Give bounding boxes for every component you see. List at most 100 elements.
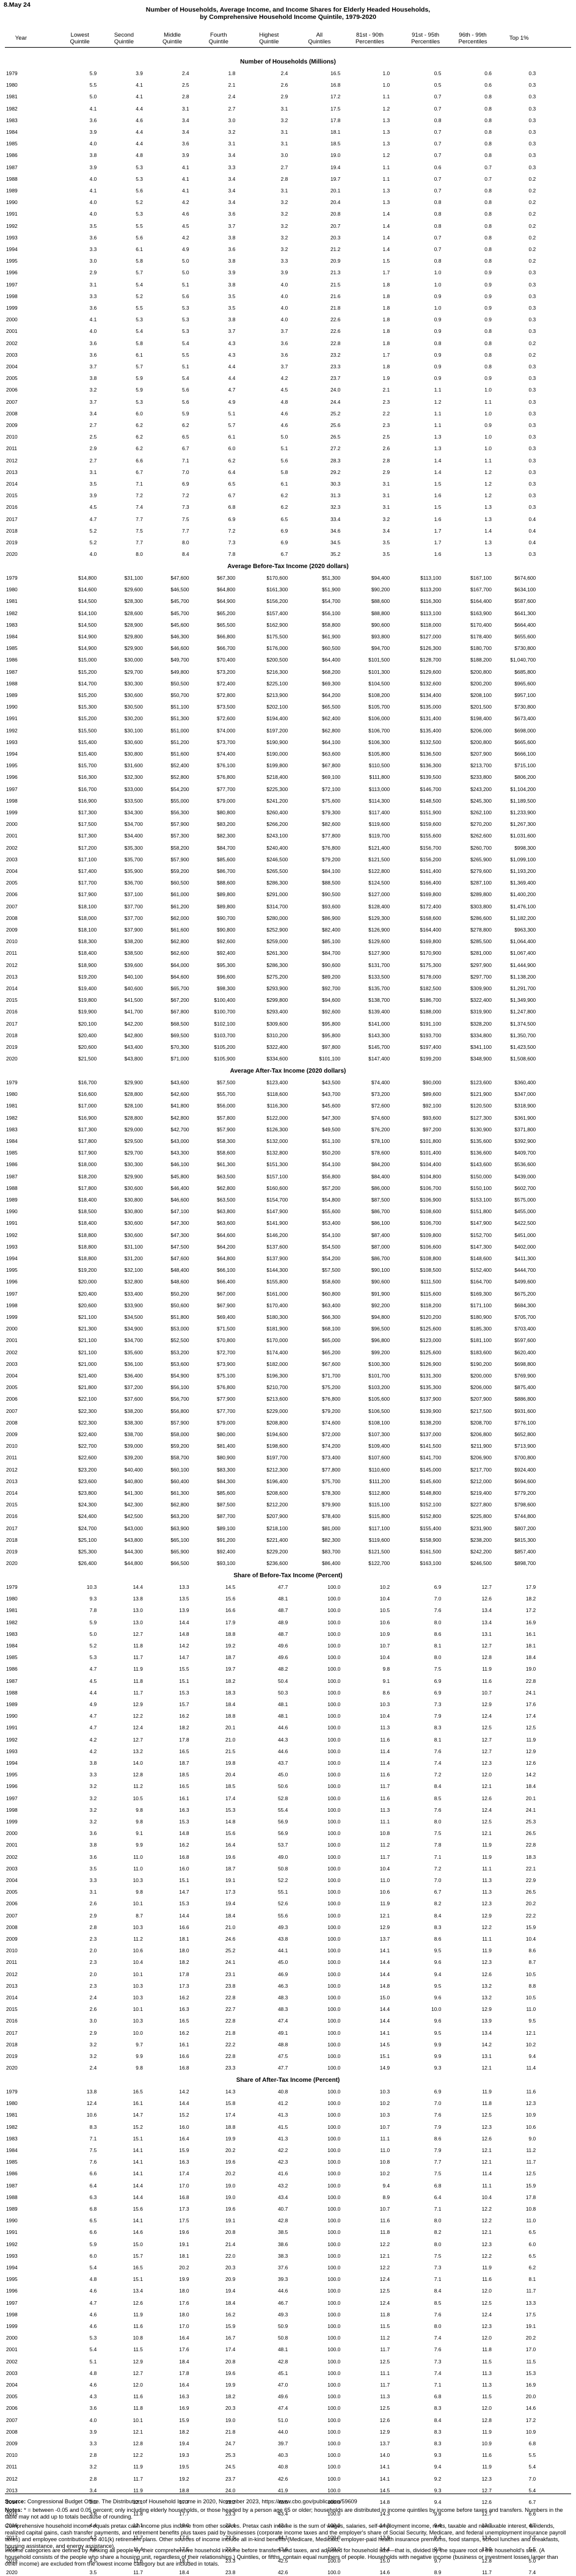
value-cell: $34,700 [124,1337,143,1344]
value-cell: 5.2 [136,293,143,299]
value-cell: $17,300 [78,1126,97,1133]
value-cell: 14.4 [379,1971,390,1977]
value-cell: $769,900 [514,1373,536,1379]
value-cell: $50,700 [170,692,189,698]
value-cell: $106,700 [420,1220,442,1227]
value-cell: 52.8 [277,1795,288,1801]
value-cell: $118,600 [266,1091,288,1098]
value-cell: 0.3 [528,164,536,170]
value-cell: 16.5 [133,2264,143,2271]
value-cell: $155,800 [266,1279,288,1285]
value-cell: 3.2 [89,1795,97,1801]
value-cell: 6.6 [136,457,143,464]
value-cell: $163,100 [420,1560,442,1567]
value-cell: 10.9 [379,1630,390,1637]
value-cell: $30,300 [124,680,143,687]
value-cell: $36,400 [124,1373,143,1379]
value-cell: $115,100 [368,1501,390,1508]
value-cell: 19.4 [225,1900,236,1907]
table-row: 1985 $17,900 $29,700 $43,300 $58,600 $132,800… [0,1150,576,1156]
value-cell: $675,200 [514,1290,536,1297]
value-cell: 18.2 [179,1959,189,1966]
value-cell: 8.0 [434,1619,442,1626]
value-cell: $30,600 [124,692,143,698]
value-cell: $116,300 [266,1103,288,1109]
value-cell: $44,800 [124,1560,143,1567]
value-cell: $21,000 [78,1360,97,1367]
value-cell: 22.6 [330,316,341,323]
value-cell: 3.1 [89,469,97,475]
value-cell: 4.1 [181,175,189,182]
table-row: 1990 4.0 5.2 4.2 3.4 3.2 20.4 1.3 0.8 0.8 0.2 [0,199,576,206]
value-cell: 6.3 [89,2194,97,2200]
value-cell: 8.1 [434,1643,442,1649]
value-cell: $23,600 [78,1478,97,1484]
value-cell: 16.4 [225,1842,236,1848]
value-cell: 4.1 [136,93,143,100]
value-cell: 12.1 [379,1912,390,1919]
value-cell: 2.8 [89,2475,97,2482]
value-cell: 100.0 [327,1619,341,1626]
value-cell: $212,000 [470,1478,492,1484]
value-cell: 47.4 [277,2405,288,2412]
value-cell: 12.4 [481,2311,492,2318]
value-cell: $43,000 [170,1138,189,1144]
value-cell: $60,800 [321,1290,341,1297]
year-cell: 1979 [6,575,18,581]
value-cell: $299,800 [266,997,288,1004]
value-cell: 5.1 [181,363,189,370]
value-cell: $684,300 [514,1302,536,1308]
value-cell: 10.8 [379,2159,390,2166]
value-cell: $236,600 [266,1560,288,1567]
value-cell: 7.8 [89,1607,97,1614]
value-cell: $278,800 [470,927,492,933]
value-cell: 7.6 [434,1607,442,1614]
value-cell: 6.1 [228,434,236,440]
value-cell: 1.8 [382,305,390,311]
value-cell: 0.3 [528,434,536,440]
value-cell: 1.6 [434,551,442,558]
value-cell: $86,700 [216,868,236,874]
value-cell: 9.9 [434,2053,442,2059]
value-cell: 100.0 [327,2358,341,2365]
value-cell: 7.0 [528,2475,536,2482]
value-cell: 9.9 [434,2041,442,2048]
table-row: 1998 $20,600 $33,900 $50,600 $67,900 $170,400… [0,1302,576,1309]
value-cell: 16.1 [179,1795,189,1801]
value-cell: $40,400 [124,1466,143,1473]
table-row: 1990 $18,500 $30,800 $47,100 $63,800 $147,900… [0,1208,576,1215]
value-cell: 21.5 [330,281,341,288]
value-cell: 19.2 [179,2475,189,2482]
value-cell: $65,200 [216,610,236,616]
value-cell: 14.2 [481,2041,492,2048]
value-cell: 6.0 [136,410,143,417]
value-cell: 40.8 [277,2464,288,2470]
value-cell: $29,000 [124,1126,143,1133]
value-cell: $83,700 [321,1549,341,1555]
value-cell: $82,300 [321,1536,341,1543]
value-cell: $293,400 [266,1009,288,1015]
value-cell: 1.2 [382,105,390,112]
value-cell: 18.4 [225,1701,236,1707]
value-cell: $151,300 [266,1161,288,1168]
value-cell: $536,600 [514,1161,536,1168]
value-cell: 27.2 [330,445,341,452]
value-cell: $67,200 [170,997,189,1004]
value-cell: 11.4 [482,2170,492,2177]
value-cell: 28.3 [330,457,341,464]
year-cell: 2018 [6,1032,18,1038]
value-cell: 12.9 [133,1701,143,1707]
value-cell: 34.6 [330,527,341,534]
value-cell: $174,400 [266,1349,288,1356]
value-cell: 44.6 [277,2288,288,2294]
value-cell: $259,000 [266,938,288,945]
value-cell: $48,600 [170,1279,189,1285]
year-cell: 1996 [6,1783,18,1790]
value-cell: 15.3 [225,1806,236,1813]
value-cell: 9.1 [136,1830,143,1837]
table-row: 1984 3.9 4.4 3.4 3.2 3.1 18.1 1.3 0.7 0.8 0.3 [0,129,576,136]
value-cell: $126,300 [266,1126,288,1133]
value-cell: 40.8 [277,2089,288,2095]
value-cell: 1.3 [382,117,390,123]
value-cell: $171,100 [470,1302,492,1308]
